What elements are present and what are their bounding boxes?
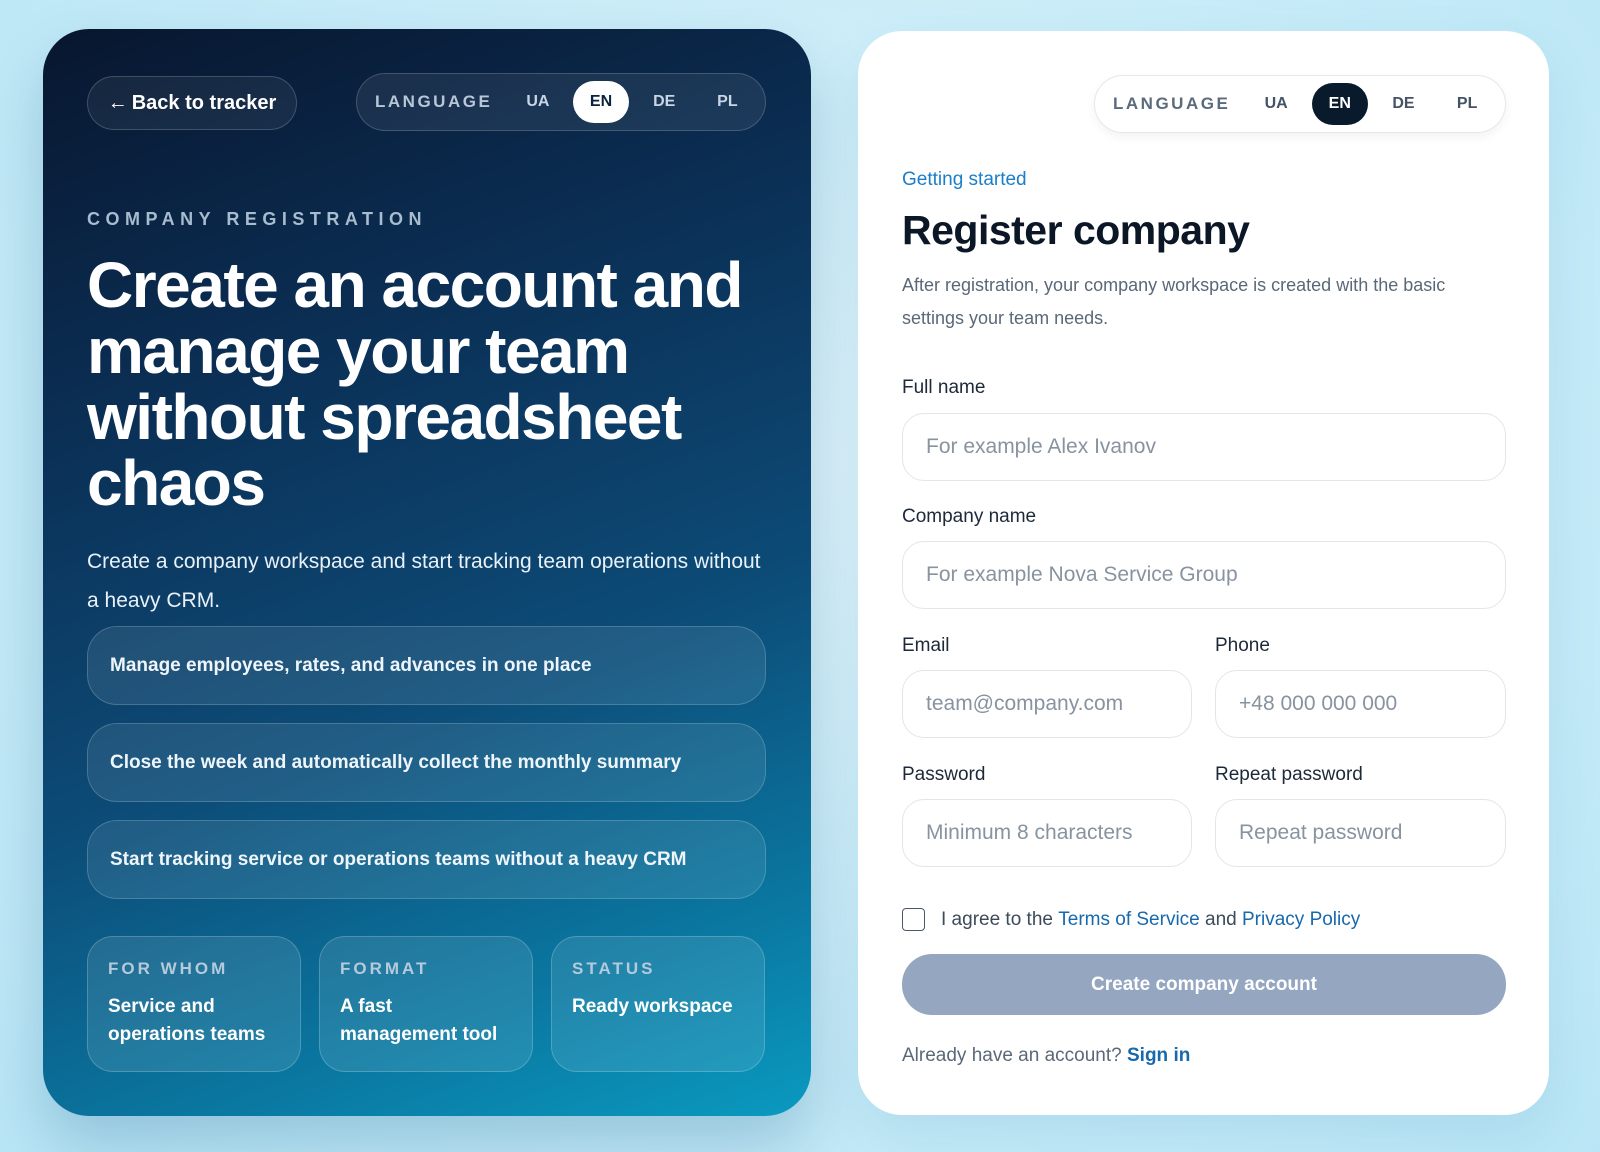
stat-value: A fast management tool xyxy=(340,996,498,1045)
repeat-password-label: Repeat password xyxy=(1215,764,1363,785)
agree-and: and xyxy=(1205,908,1237,930)
form-description: After registration, your company workspa… xyxy=(902,275,1446,328)
language-switcher-hero: LANGUAGE UA EN DE PL xyxy=(356,73,766,131)
company-name-input[interactable]: For example Nova Service Group xyxy=(902,541,1506,609)
back-to-tracker-label: Back to tracker xyxy=(131,91,277,114)
language-label: LANGUAGE xyxy=(1113,94,1231,113)
hero-panel: ← Back to tracker LANGUAGE UA EN DE PL C… xyxy=(43,29,811,1116)
stat-card-format: FORMAT A fast management tool xyxy=(319,936,533,1072)
repeat-password-placeholder: Repeat password xyxy=(1239,821,1403,844)
stat-value: Ready workspace xyxy=(572,996,733,1017)
register-form-card: LANGUAGE UA EN DE PL Getting started Reg… xyxy=(858,31,1549,1115)
lang-option-pl[interactable]: PL xyxy=(700,81,755,123)
terms-checkbox[interactable] xyxy=(902,908,925,931)
stat-label: STATUS xyxy=(572,959,656,978)
full-name-placeholder: For example Alex Ivanov xyxy=(926,435,1156,458)
lang-option-en[interactable]: EN xyxy=(1311,83,1368,125)
lang-option-ua[interactable]: UA xyxy=(510,81,565,123)
stat-value: Service and operations teams xyxy=(108,996,266,1045)
feature-item: Close the week and automatically collect… xyxy=(87,723,766,802)
feature-item: Start tracking service or operations tea… xyxy=(87,820,766,899)
stat-card-status: STATUS Ready workspace xyxy=(551,936,765,1072)
privacy-policy-link[interactable]: Privacy Policy xyxy=(1242,909,1360,931)
sign-in-link[interactable]: Sign in xyxy=(1127,1045,1190,1066)
stat-label: FOR WHOM xyxy=(108,959,229,978)
email-label: Email xyxy=(902,635,950,656)
language-label: LANGUAGE xyxy=(375,92,493,111)
hero-headline: Create an account and manage your team w… xyxy=(87,249,743,519)
form-title: Register company xyxy=(902,207,1250,253)
password-input[interactable]: Minimum 8 characters xyxy=(902,799,1192,867)
lang-option-pl[interactable]: PL xyxy=(1439,83,1495,125)
email-placeholder: team@company.com xyxy=(926,692,1124,715)
email-input[interactable]: team@company.com xyxy=(902,670,1192,738)
phone-input[interactable]: +48 000 000 000 xyxy=(1215,670,1506,738)
company-name-placeholder: For example Nova Service Group xyxy=(926,563,1238,586)
lang-option-en[interactable]: EN xyxy=(573,81,629,123)
phone-placeholder: +48 000 000 000 xyxy=(1239,692,1398,715)
create-company-account-button[interactable]: Create company account xyxy=(902,954,1506,1015)
password-placeholder: Minimum 8 characters xyxy=(926,821,1133,844)
repeat-password-input[interactable]: Repeat password xyxy=(1215,799,1506,867)
company-name-label: Company name xyxy=(902,506,1037,527)
stat-label: FORMAT xyxy=(340,959,430,978)
back-to-tracker-button[interactable]: ← Back to tracker xyxy=(87,76,297,130)
lang-option-ua[interactable]: UA xyxy=(1248,83,1304,125)
terms-agreement: I agree to the Terms of Service and Priv… xyxy=(902,908,1360,931)
full-name-label: Full name xyxy=(902,377,986,398)
full-name-input[interactable]: For example Alex Ivanov xyxy=(902,413,1506,481)
password-label: Password xyxy=(902,764,986,785)
language-switcher-form: LANGUAGE UA EN DE PL xyxy=(1094,75,1506,133)
arrow-left-icon: ← xyxy=(107,91,128,114)
lang-option-de[interactable]: DE xyxy=(1376,83,1432,125)
phone-label: Phone xyxy=(1215,635,1270,656)
stat-card-for-whom: FOR WHOM Service and operations teams xyxy=(87,936,301,1072)
agree-prefix: I agree to the xyxy=(941,908,1053,930)
form-kicker: Getting started xyxy=(902,169,1027,190)
signin-prompt: Already have an account? xyxy=(902,1045,1122,1066)
terms-of-service-link[interactable]: Terms of Service xyxy=(1058,909,1199,931)
lang-option-de[interactable]: DE xyxy=(637,81,692,123)
signin-row: Already have an account? Sign in xyxy=(902,1045,1190,1067)
hero-eyebrow: COMPANY REGISTRATION xyxy=(87,209,428,229)
feature-item: Manage employees, rates, and advances in… xyxy=(87,626,766,705)
hero-lead: Create a company workspace and start tra… xyxy=(87,550,761,612)
